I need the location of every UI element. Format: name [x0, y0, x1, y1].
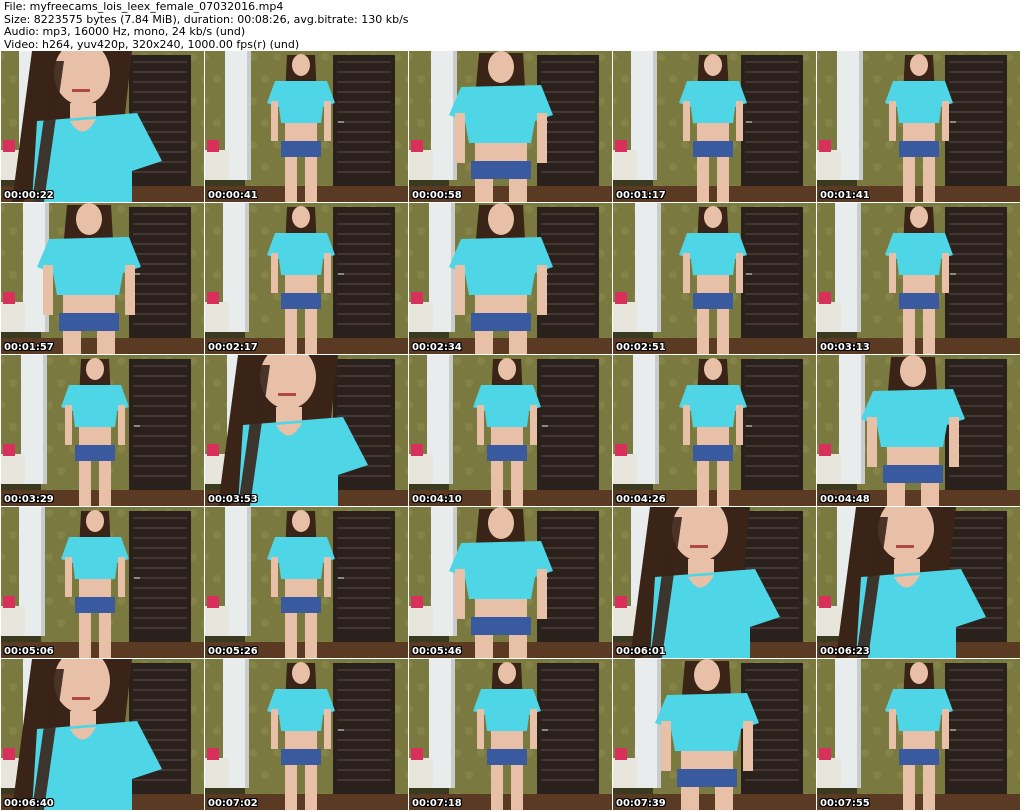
video-frame-image	[817, 507, 1020, 658]
video-thumbnail: 00:07:02	[205, 659, 408, 810]
video-frame-image	[817, 203, 1020, 354]
frame-timestamp: 00:04:48	[820, 494, 870, 505]
video-frame-image	[1, 203, 204, 354]
video-frame-image	[1, 507, 204, 658]
frame-timestamp: 00:07:55	[820, 798, 870, 809]
video-thumbnail: 00:05:06	[1, 507, 204, 658]
video-frame-image	[1, 659, 204, 810]
frame-timestamp: 00:00:58	[412, 190, 462, 201]
video-thumbnail: 00:03:53	[205, 355, 408, 506]
video-thumbnail: 00:04:26	[613, 355, 816, 506]
video-frame-image	[409, 507, 612, 658]
video-frame-image	[205, 203, 408, 354]
video-thumbnail: 00:01:17	[613, 51, 816, 202]
video-frame-image	[1, 51, 204, 202]
video-thumbnail: 00:05:26	[205, 507, 408, 658]
frame-timestamp: 00:00:22	[4, 190, 54, 201]
video-info-line: Video: h264, yuv420p, 320x240, 1000.00 f…	[4, 37, 300, 51]
video-thumbnail: 00:02:34	[409, 203, 612, 354]
video-frame-image	[205, 355, 408, 506]
video-frame-image	[613, 355, 816, 506]
video-frame-image	[1, 355, 204, 506]
video-thumbnail: 00:01:57	[1, 203, 204, 354]
frame-timestamp: 00:01:57	[4, 342, 54, 353]
video-thumbnail: 00:07:55	[817, 659, 1020, 810]
frame-timestamp: 00:06:01	[616, 646, 666, 657]
video-frame-image	[409, 203, 612, 354]
frame-timestamp: 00:07:18	[412, 798, 462, 809]
video-thumbnail: 00:06:01	[613, 507, 816, 658]
frame-timestamp: 00:03:53	[208, 494, 258, 505]
frame-timestamp: 00:01:17	[616, 190, 666, 201]
video-thumbnail: 00:06:23	[817, 507, 1020, 658]
frame-timestamp: 00:02:34	[412, 342, 462, 353]
file-name-line: File: myfreecams_lois_leex_female_070320…	[4, 0, 284, 13]
frame-timestamp: 00:07:02	[208, 798, 258, 809]
video-frame-image	[613, 507, 816, 658]
frame-timestamp: 00:05:06	[4, 646, 54, 657]
video-thumbnail: 00:07:39	[613, 659, 816, 810]
frame-timestamp: 00:01:41	[820, 190, 870, 201]
video-thumbnail: 00:06:40	[1, 659, 204, 810]
video-thumbnail: 00:04:10	[409, 355, 612, 506]
frame-timestamp: 00:03:13	[820, 342, 870, 353]
video-thumbnail: 00:03:13	[817, 203, 1020, 354]
frame-timestamp: 00:00:41	[208, 190, 258, 201]
frame-timestamp: 00:07:39	[616, 798, 666, 809]
video-frame-image	[613, 203, 816, 354]
frame-timestamp: 00:06:40	[4, 798, 54, 809]
frame-timestamp: 00:03:29	[4, 494, 54, 505]
video-thumbnail: 00:02:51	[613, 203, 816, 354]
video-thumbnail: 00:00:22	[1, 51, 204, 202]
video-thumbnail: 00:01:41	[817, 51, 1020, 202]
video-thumbnail: 00:03:29	[1, 355, 204, 506]
video-thumbnail: 00:04:48	[817, 355, 1020, 506]
video-thumbnail: 00:02:17	[205, 203, 408, 354]
video-frame-image	[817, 659, 1020, 810]
frame-timestamp: 00:02:17	[208, 342, 258, 353]
video-thumbnail: 00:05:46	[409, 507, 612, 658]
video-frame-image	[613, 51, 816, 202]
frame-timestamp: 00:04:10	[412, 494, 462, 505]
frame-timestamp: 00:05:26	[208, 646, 258, 657]
frame-timestamp: 00:04:26	[616, 494, 666, 505]
audio-info-line: Audio: mp3, 16000 Hz, mono, 24 kb/s (und…	[4, 25, 246, 39]
video-frame-image	[817, 355, 1020, 506]
video-frame-image	[409, 51, 612, 202]
frame-timestamp: 00:05:46	[412, 646, 462, 657]
video-frame-image	[613, 659, 816, 810]
video-frame-image	[205, 51, 408, 202]
video-frame-image	[409, 355, 612, 506]
video-frame-image	[409, 659, 612, 810]
video-frame-image	[817, 51, 1020, 202]
video-frame-image	[205, 507, 408, 658]
video-thumbnail: 00:00:58	[409, 51, 612, 202]
video-frame-image	[205, 659, 408, 810]
thumbnail-grid: 00:00:22 00:00:41 00:00:58 00:01:17 00:01:41…	[1, 51, 1023, 810]
video-thumbnail: 00:00:41	[205, 51, 408, 202]
frame-timestamp: 00:02:51	[616, 342, 666, 353]
video-thumbnail: 00:07:18	[409, 659, 612, 810]
frame-timestamp: 00:06:23	[820, 646, 870, 657]
video-info-header: File: myfreecams_lois_leex_female_070320…	[0, 0, 1024, 52]
